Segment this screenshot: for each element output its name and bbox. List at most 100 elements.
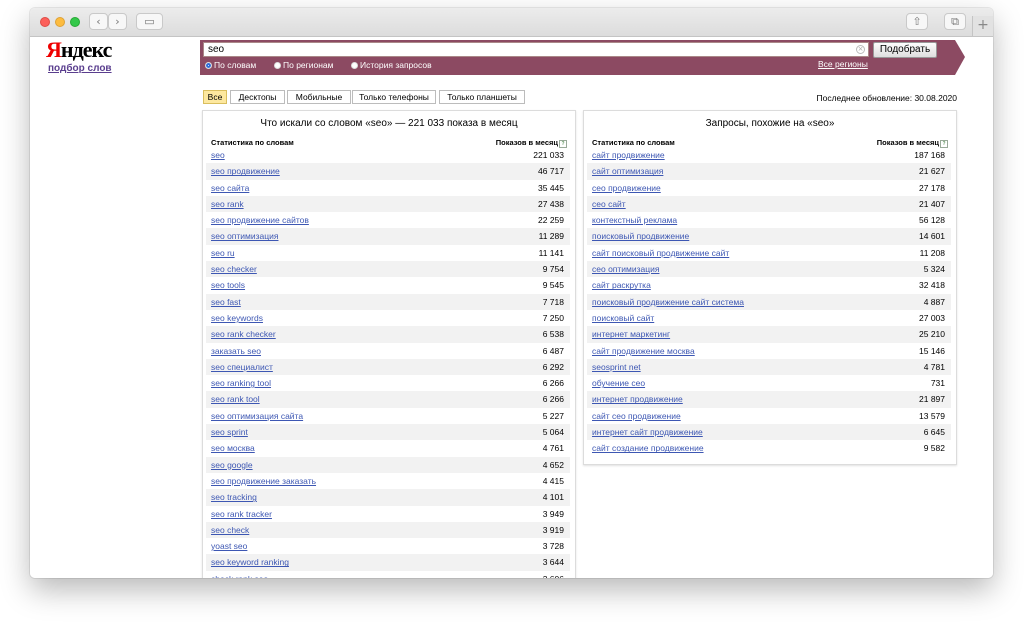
maximize-window-icon[interactable] [70, 17, 80, 27]
table-row: yoast seo 3 728 [206, 538, 570, 554]
query-link[interactable]: seo [211, 150, 225, 160]
query-link[interactable]: seo google [211, 460, 253, 470]
impressions-count: 11 208 [919, 247, 945, 258]
share-button[interactable]: ⇧ [906, 13, 928, 30]
table-row: сайт раскрутка 32 418 [587, 277, 951, 293]
logo-rest: ндекс [60, 37, 112, 62]
query-link[interactable]: сео сайт [592, 199, 626, 209]
query-link[interactable]: сайт сео продвижение [592, 411, 681, 421]
query-link[interactable]: seo rank checker [211, 329, 276, 339]
table-row: seo сайта 35 445 [206, 180, 570, 196]
query-link[interactable]: контекстный реклама [592, 215, 677, 225]
search-bar-arrow [955, 40, 965, 75]
query-link[interactable]: seo check [211, 525, 249, 535]
impressions-count: 4 101 [542, 492, 564, 503]
query-link[interactable]: seo оптимизация [211, 231, 278, 241]
service-subtitle-link[interactable]: подбор слов [48, 63, 112, 74]
impressions-count: 3 606 [543, 574, 564, 578]
table-row: сайт поисковый продвижение сайт 11 208 [587, 245, 951, 261]
query-link[interactable]: сайт поисковый продвижение сайт [592, 248, 729, 258]
impressions-count: 15 146 [919, 345, 945, 356]
query-link[interactable]: seo продвижение [211, 166, 280, 176]
query-link[interactable]: seo checker [211, 264, 257, 274]
impressions-count: 6 645 [923, 427, 945, 438]
impressions-count: 11 141 [538, 247, 564, 258]
query-link[interactable]: сайт раскрутка [592, 280, 651, 290]
radio-by-regions[interactable]: По регионам [274, 60, 334, 70]
query-link[interactable]: seo ranking tool [211, 378, 271, 388]
query-link[interactable]: сайт продвижение москва [592, 346, 695, 356]
query-link[interactable]: seo специалист [211, 362, 273, 372]
table-row: seo rank 27 438 [206, 195, 570, 213]
impressions-count: 6 266 [542, 378, 564, 389]
query-link[interactable]: yoast seo [211, 541, 247, 551]
query-link[interactable]: сайт продвижение [592, 150, 665, 160]
query-link[interactable]: сайт оптимизация [592, 166, 663, 176]
query-link[interactable]: обучение сео [592, 378, 645, 388]
query-link[interactable]: seo sprint [211, 427, 248, 437]
tab-phones-only[interactable]: Только телефоны [352, 90, 436, 104]
impressions-count: 9 754 [542, 264, 564, 275]
radio-query-history[interactable]: История запросов [351, 60, 432, 70]
query-link[interactable]: seo rank tool [211, 394, 260, 404]
search-input[interactable]: seo [203, 42, 869, 57]
query-link[interactable]: сео оптимизация [592, 264, 659, 274]
minimize-window-icon[interactable] [55, 17, 65, 27]
table-row: сайт создание продвижение 9 582 [587, 440, 951, 456]
table-row: seo check 3 919 [206, 521, 570, 539]
browser-window: ‹ › ▭ ⇧ ⧉ + Яндекс подбор слов seo × Под… [30, 8, 993, 578]
query-link[interactable]: seo keywords [211, 313, 263, 323]
query-link[interactable]: seo tracking [211, 492, 257, 502]
radio-unselected-icon [274, 62, 281, 69]
table-row: seo оптимизация 11 289 [206, 228, 570, 245]
query-link[interactable]: seo продвижение сайтов [211, 215, 309, 225]
left-rows-list: seo 221 033 seo продвижение 46 717 seo сайта… [206, 147, 570, 578]
clear-search-icon[interactable]: × [856, 45, 865, 54]
query-link[interactable]: seo сайта [211, 183, 249, 193]
all-regions-link[interactable]: Все регионы [818, 59, 868, 69]
query-link[interactable]: заказать seo [211, 346, 261, 356]
impressions-count: 187 168 [914, 150, 945, 160]
tab-mobile[interactable]: Мобильные [287, 90, 351, 104]
table-row: seo fast 7 718 [206, 293, 570, 310]
query-link[interactable]: seo ru [211, 248, 235, 258]
tab-tablets-only[interactable]: Только планшеты [439, 90, 525, 104]
query-link[interactable]: seo оптимизация сайта [211, 411, 303, 421]
impressions-count: 25 210 [919, 329, 945, 340]
query-link[interactable]: check rank seo [211, 574, 268, 578]
query-link[interactable]: поисковый сайт [592, 313, 654, 323]
tab-all[interactable]: Все [203, 90, 227, 104]
tab-overview-button[interactable]: ⧉ [944, 13, 966, 30]
query-link[interactable]: seo продвижение заказать [211, 476, 316, 486]
back-button[interactable]: ‹ [89, 13, 108, 30]
table-row: seo 221 033 [206, 147, 570, 163]
query-link[interactable]: seo keyword ranking [211, 557, 289, 567]
impressions-count: 27 438 [538, 198, 564, 209]
query-link[interactable]: seosprint net [592, 362, 641, 372]
query-link[interactable]: поисковый продвижение [592, 231, 689, 241]
radio-selected-icon [205, 62, 212, 69]
query-link[interactable]: интернет сайт продвижение [592, 427, 703, 437]
close-window-icon[interactable] [40, 17, 50, 27]
yandex-logo[interactable]: Яндекс [46, 37, 112, 63]
query-link[interactable]: seo rank tracker [211, 509, 272, 519]
query-link[interactable]: seo москва [211, 443, 255, 453]
impressions-count: 27 003 [919, 312, 945, 323]
query-link[interactable]: сайт создание продвижение [592, 443, 704, 453]
query-link[interactable]: seo fast [211, 297, 241, 307]
query-link[interactable]: интернет маркетинг [592, 329, 670, 339]
pick-words-button[interactable]: Подобрать [873, 42, 937, 58]
query-link[interactable]: поисковый продвижение сайт система [592, 297, 744, 307]
radio-by-words[interactable]: По словам [205, 60, 256, 70]
query-link[interactable]: seo tools [211, 280, 245, 290]
tab-desktops[interactable]: Десктопы [230, 90, 285, 104]
forward-button[interactable]: › [108, 13, 127, 30]
table-row: обучение сео 731 [587, 375, 951, 391]
new-tab-button[interactable]: + [972, 16, 993, 36]
sidebar-toggle-button[interactable]: ▭ [136, 13, 163, 30]
query-link[interactable]: интернет продвижение [592, 394, 683, 404]
query-link[interactable]: seo rank [211, 199, 244, 209]
table-row: seo tracking 4 101 [206, 489, 570, 506]
impressions-count: 6 487 [542, 345, 564, 356]
query-link[interactable]: сео продвижение [592, 183, 661, 193]
